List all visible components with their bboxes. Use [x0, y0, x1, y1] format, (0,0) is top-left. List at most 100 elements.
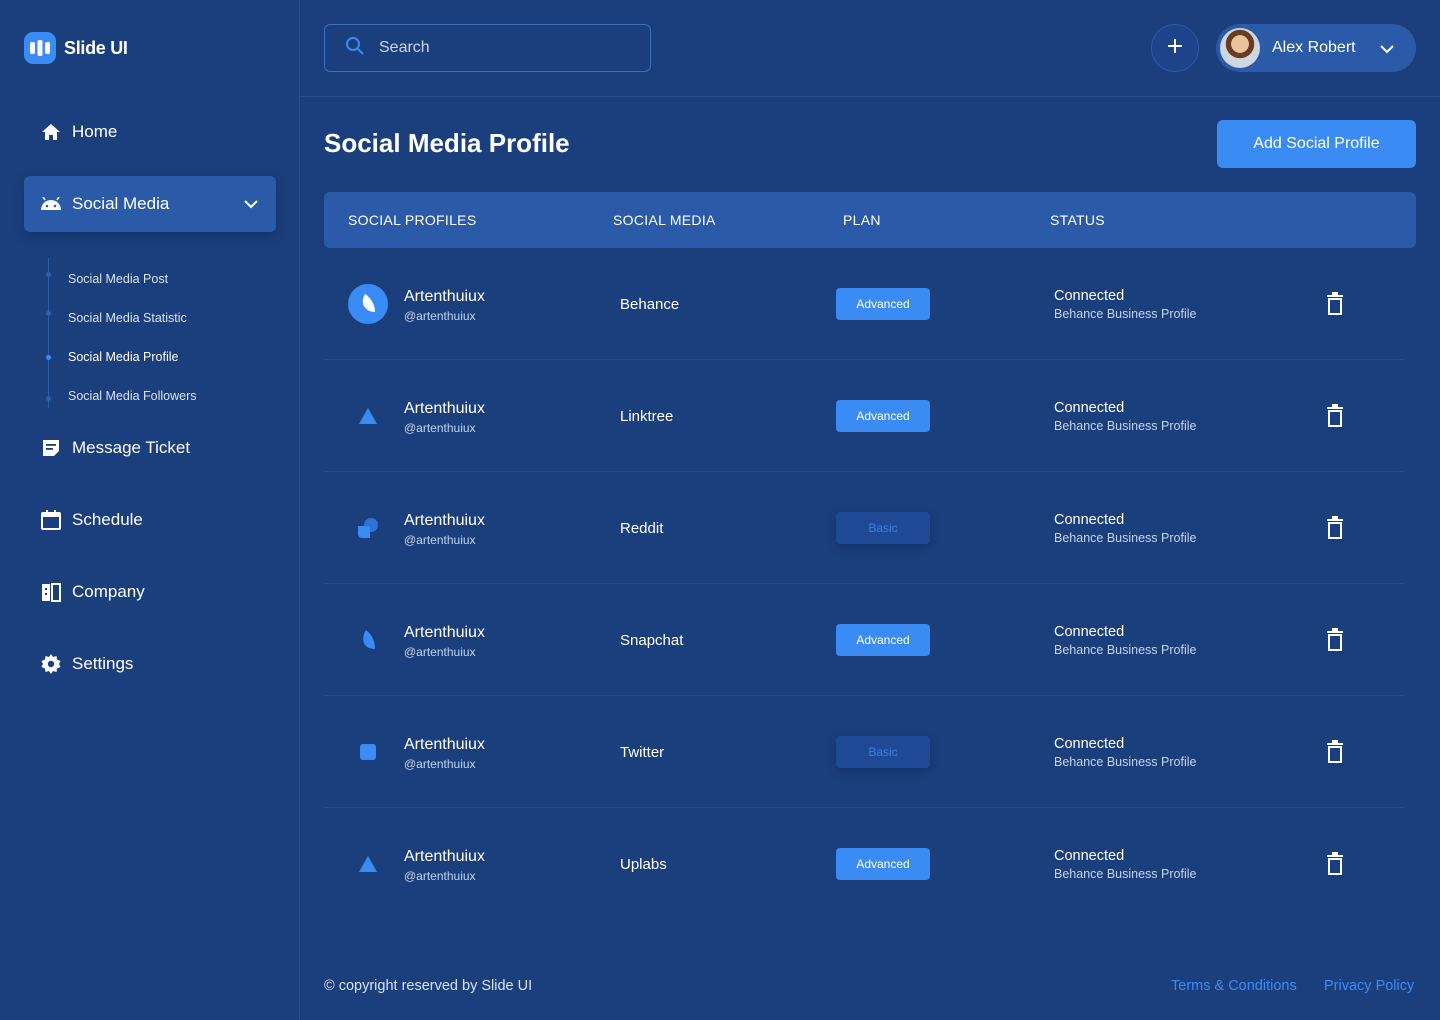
status-text: Connected [1054, 512, 1125, 528]
status-text: Connected [1054, 848, 1125, 864]
sidebar-item-message-ticket[interactable]: Message Ticket [24, 420, 276, 476]
status-detail: Behance Business Profile [1054, 755, 1197, 769]
sidebar-item-label: Social Media [72, 194, 170, 213]
status-detail: Behance Business Profile [1054, 643, 1197, 657]
plus-icon [1167, 38, 1183, 59]
table-row[interactable]: Artenthuiux @artenthuiux Uplabs Advanced… [324, 808, 1404, 920]
sidebar-item-schedule[interactable]: Schedule [24, 492, 276, 548]
app-logo[interactable]: Slide UI [24, 32, 128, 64]
add-button[interactable] [1151, 24, 1199, 72]
leaf-circle-icon [348, 284, 388, 324]
status-detail: Behance Business Profile [1054, 307, 1197, 321]
sidebar-item-label: Home [72, 122, 118, 141]
table-row[interactable]: Artenthuiux @artenthuiux Reddit Basic Co… [324, 472, 1404, 584]
search-input[interactable] [379, 39, 619, 57]
column-header-status: STATUS [1050, 212, 1105, 228]
sidebar-item-label: Company [72, 582, 145, 601]
plan-badge[interactable]: Advanced [836, 848, 930, 880]
search-icon [345, 36, 365, 61]
logo-icon [24, 32, 56, 64]
table-row[interactable]: Artenthuiux @artenthuiux Behance Advance… [324, 248, 1404, 360]
plan-badge[interactable]: Basic [836, 512, 930, 544]
privacy-link[interactable]: Privacy Policy [1324, 978, 1414, 994]
status-detail: Behance Business Profile [1054, 867, 1197, 881]
leaf-icon [348, 620, 388, 660]
column-header-social-profiles: SOCIAL PROFILES [348, 212, 477, 228]
table-row[interactable]: Artenthuiux @artenthuiux Snapchat Advanc… [324, 584, 1404, 696]
home-icon [40, 121, 62, 143]
plan-badge[interactable]: Advanced [836, 400, 930, 432]
profile-handle: @artenthuiux [404, 533, 476, 547]
submenu-item-profile[interactable]: Social Media Profile [68, 350, 178, 364]
copyright-text: © copyright reserved by Slide UI [324, 978, 533, 994]
trash-icon[interactable] [1324, 292, 1346, 316]
sidebar-item-label: Settings [72, 654, 134, 673]
submenu-bullet [46, 396, 51, 401]
social-media-name: Linktree [620, 408, 674, 425]
status-detail: Behance Business Profile [1054, 531, 1197, 545]
user-name: Alex Robert [1272, 39, 1356, 56]
social-media-name: Reddit [620, 520, 664, 537]
calendar-icon [40, 509, 62, 531]
plan-badge[interactable]: Advanced [836, 624, 930, 656]
table-row[interactable]: Artenthuiux @artenthuiux Twitter Basic C… [324, 696, 1404, 808]
submenu-line [48, 258, 49, 408]
trash-icon[interactable] [1324, 404, 1346, 428]
user-menu[interactable]: Alex Robert [1216, 24, 1416, 72]
profile-name: Artenthuiux [404, 736, 485, 753]
triangle-icon [348, 396, 388, 436]
plan-badge[interactable]: Basic [836, 736, 930, 768]
profile-handle: @artenthuiux [404, 421, 476, 435]
app-name: Slide UI [64, 37, 128, 58]
sidebar-item-settings[interactable]: Settings [24, 636, 276, 692]
ticket-icon [40, 437, 62, 459]
blob-icon [348, 508, 388, 548]
status-text: Connected [1054, 400, 1125, 416]
column-header-social-media: SOCIAL MEDIA [613, 212, 716, 228]
sidebar-item-home[interactable]: Home [24, 104, 276, 160]
terms-link[interactable]: Terms & Conditions [1171, 978, 1297, 994]
social-media-name: Behance [620, 296, 680, 313]
table-row[interactable]: Artenthuiux @artenthuiux Linktree Advanc… [324, 360, 1404, 472]
submenu-item-statistic[interactable]: Social Media Statistic [68, 311, 187, 325]
trash-icon[interactable] [1324, 852, 1346, 876]
submenu-bullet-active [46, 355, 51, 360]
sidebar-item-company[interactable]: Company [24, 564, 276, 620]
add-social-profile-button[interactable]: Add Social Profile [1217, 120, 1416, 168]
trash-icon[interactable] [1324, 516, 1346, 540]
profile-handle: @artenthuiux [404, 309, 476, 323]
company-icon [40, 581, 62, 603]
profile-name: Artenthuiux [404, 848, 485, 865]
search-box[interactable] [324, 24, 651, 72]
profile-handle: @artenthuiux [404, 869, 476, 883]
profile-name: Artenthuiux [404, 400, 485, 417]
submenu-item-followers[interactable]: Social Media Followers [68, 389, 197, 403]
status-detail: Behance Business Profile [1054, 419, 1197, 433]
status-text: Connected [1054, 736, 1125, 752]
profile-name: Artenthuiux [404, 512, 485, 529]
chevron-down-icon [1380, 41, 1394, 59]
submenu-item-post[interactable]: Social Media Post [68, 272, 168, 286]
status-text: Connected [1054, 288, 1125, 304]
trash-icon[interactable] [1324, 740, 1346, 764]
submenu-bullet [46, 311, 51, 316]
social-media-name: Twitter [620, 744, 665, 761]
page-title: Social Media Profile [324, 128, 570, 158]
square-icon [348, 732, 388, 772]
profile-handle: @artenthuiux [404, 645, 476, 659]
gear-icon [40, 653, 62, 675]
table-header: SOCIAL PROFILES SOCIAL MEDIA PLAN STATUS [324, 192, 1416, 248]
header-divider [300, 96, 1440, 97]
sidebar-item-social-media[interactable]: Social Media [24, 176, 276, 232]
profile-name: Artenthuiux [404, 288, 485, 305]
profile-handle: @artenthuiux [404, 757, 476, 771]
plan-badge[interactable]: Advanced [836, 288, 930, 320]
android-icon [40, 193, 62, 215]
trash-icon[interactable] [1324, 628, 1346, 652]
sidebar: Slide UI Home Social Media Social Media … [0, 0, 300, 1020]
column-header-plan: PLAN [843, 212, 881, 228]
status-text: Connected [1054, 624, 1125, 640]
profile-name: Artenthuiux [404, 624, 485, 641]
social-media-name: Snapchat [620, 632, 684, 649]
chevron-down-icon[interactable] [244, 194, 258, 214]
